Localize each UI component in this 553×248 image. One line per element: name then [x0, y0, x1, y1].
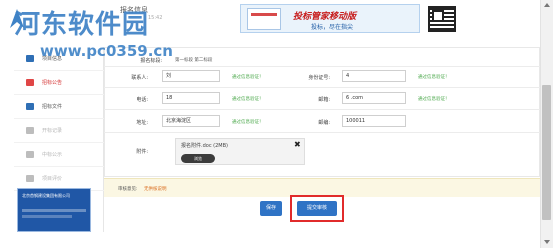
- sidebar-item-award-notice: 中标公示: [14, 143, 104, 167]
- browse-button[interactable]: 浏览: [181, 154, 215, 163]
- award-icon: [26, 151, 34, 158]
- phone-mockup-icon: [247, 8, 281, 30]
- header-time: 15:42: [148, 15, 163, 21]
- remove-file-icon[interactable]: ✖: [294, 140, 301, 149]
- rating-icon: [26, 175, 34, 182]
- address-input[interactable]: 北京海淀区: [162, 115, 220, 127]
- submit-review-button[interactable]: 提交审核: [297, 201, 337, 216]
- scroll-down-arrow-icon[interactable]: [544, 240, 550, 244]
- attachment-label: 附件:: [136, 149, 148, 155]
- phone-input[interactable]: 18: [162, 92, 220, 104]
- phone-label: 电话:: [136, 97, 148, 103]
- ad-title: 投标管家移动版: [293, 12, 357, 22]
- contact-label: 联系人:: [131, 75, 148, 81]
- scrollbar-thumb[interactable]: [542, 85, 551, 220]
- phone-validation-note: 通过信息验证！: [232, 97, 264, 102]
- attachment-file-name: 报名附件.doc (2MB): [181, 143, 228, 149]
- email-label: 邮箱:: [318, 97, 330, 103]
- qr-code-icon: [428, 6, 456, 32]
- attachment-file-box: 报名附件.doc (2MB) ✖ 浏览: [175, 138, 305, 165]
- sidebar-item-tender-files[interactable]: 招标文件: [14, 95, 104, 119]
- sidebar-item-label: 开标记录: [42, 128, 63, 134]
- email-validation-note: 通过信息验证！: [418, 97, 450, 102]
- mobile-app-ad-banner[interactable]: 投标管家移动版 投标，尽在指尖: [240, 4, 420, 33]
- id-number-label: 身份证号:: [308, 75, 330, 81]
- zip-label: 邮编:: [318, 120, 330, 126]
- watermark-title: 河东软件园: [14, 10, 150, 40]
- file-icon: [26, 103, 34, 110]
- sidebar-item-label: 招标公告: [42, 80, 63, 86]
- document-icon: [26, 55, 34, 62]
- notice-icon: [26, 79, 34, 86]
- company-banner-name: 北京首钢建设集团有限公司: [22, 193, 70, 198]
- sidebar-item-tender-notice[interactable]: 招标公告: [14, 71, 104, 95]
- section-value: 第一标段 第二标段: [175, 58, 213, 63]
- contact-validation-note: 通过信息验证！: [232, 75, 264, 80]
- company-banner[interactable]: 北京首钢建设集团有限公司: [17, 188, 91, 232]
- sidebar-item-label: 招标文件: [42, 104, 63, 110]
- email-input[interactable]: 6 .com: [342, 92, 406, 104]
- sidebar-item-label: 项目评价: [42, 176, 63, 182]
- zip-input[interactable]: 100011: [342, 115, 406, 127]
- scroll-up-arrow-icon[interactable]: [544, 3, 550, 7]
- watermark-url: www.pc0359.cn: [40, 42, 173, 60]
- id-number-input[interactable]: 4: [342, 70, 406, 82]
- contact-input[interactable]: 刘: [162, 70, 220, 82]
- id-validation-note: 通过信息验证！: [418, 75, 450, 80]
- address-label: 地址:: [136, 120, 148, 126]
- save-button[interactable]: 保存: [260, 201, 282, 216]
- address-validation-note: 通过信息验证！: [232, 120, 264, 125]
- ad-subtitle: 投标，尽在指尖: [311, 24, 354, 31]
- folder-icon: [26, 127, 34, 134]
- sidebar-item-label: 中标公示: [42, 152, 63, 158]
- review-value: 无供核说明: [144, 187, 167, 192]
- review-label: 审核意见:: [118, 187, 138, 192]
- watermark-logo-icon: [10, 9, 24, 28]
- sidebar-item-bid-opening: 开标记录: [14, 119, 104, 143]
